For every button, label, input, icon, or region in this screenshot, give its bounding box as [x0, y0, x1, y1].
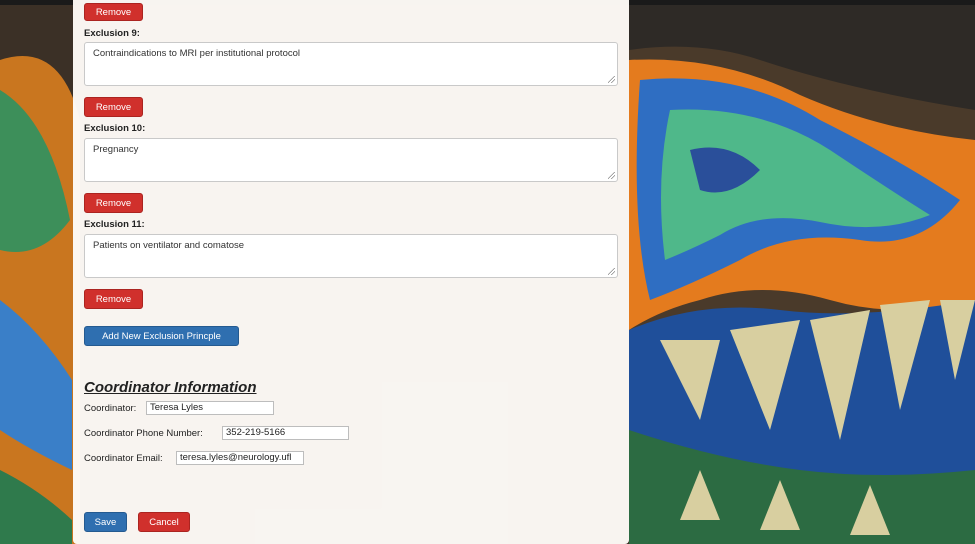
exclusion-11-text: Patients on ventilator and comatose — [93, 240, 245, 251]
coordinator-phone-input[interactable]: 352-219-5166 — [222, 426, 349, 440]
resize-handle-icon[interactable] — [608, 268, 615, 275]
remove-exclusion-10-button[interactable]: Remove — [84, 193, 143, 213]
add-exclusion-button[interactable]: Add New Exclusion Princple — [84, 326, 239, 346]
exclusion-9-textarea[interactable]: Contraindications to MRI per institution… — [84, 42, 618, 86]
exclusion-9-label: Exclusion 9: — [84, 28, 140, 39]
exclusion-11-label: Exclusion 11: — [84, 219, 145, 230]
exclusion-11-textarea[interactable]: Patients on ventilator and comatose — [84, 234, 618, 278]
coordinator-email-input[interactable]: teresa.lyles@neurology.ufl — [176, 451, 304, 465]
coordinator-name-label: Coordinator: — [84, 403, 137, 414]
exclusion-10-textarea[interactable]: Pregnancy — [84, 138, 618, 182]
resize-handle-icon[interactable] — [608, 76, 615, 83]
cancel-button[interactable]: Cancel — [138, 512, 190, 532]
form-panel: Remove Exclusion 9: Contraindications to… — [73, 0, 629, 544]
exclusion-9-text: Contraindications to MRI per institution… — [93, 48, 300, 59]
coordinator-phone-label: Coordinator Phone Number: — [84, 428, 203, 439]
remove-exclusion-9-button[interactable]: Remove — [84, 97, 143, 117]
coordinator-email-label: Coordinator Email: — [84, 453, 163, 464]
remove-exclusion-8-button[interactable]: Remove — [84, 3, 143, 21]
save-button[interactable]: Save — [84, 512, 127, 532]
resize-handle-icon[interactable] — [608, 172, 615, 179]
exclusion-10-label: Exclusion 10: — [84, 123, 146, 134]
coordinator-name-input[interactable]: Teresa Lyles — [146, 401, 274, 415]
exclusion-10-text: Pregnancy — [93, 144, 139, 155]
coordinator-section-title: Coordinator Information — [84, 379, 257, 396]
remove-exclusion-11-button[interactable]: Remove — [84, 289, 143, 309]
